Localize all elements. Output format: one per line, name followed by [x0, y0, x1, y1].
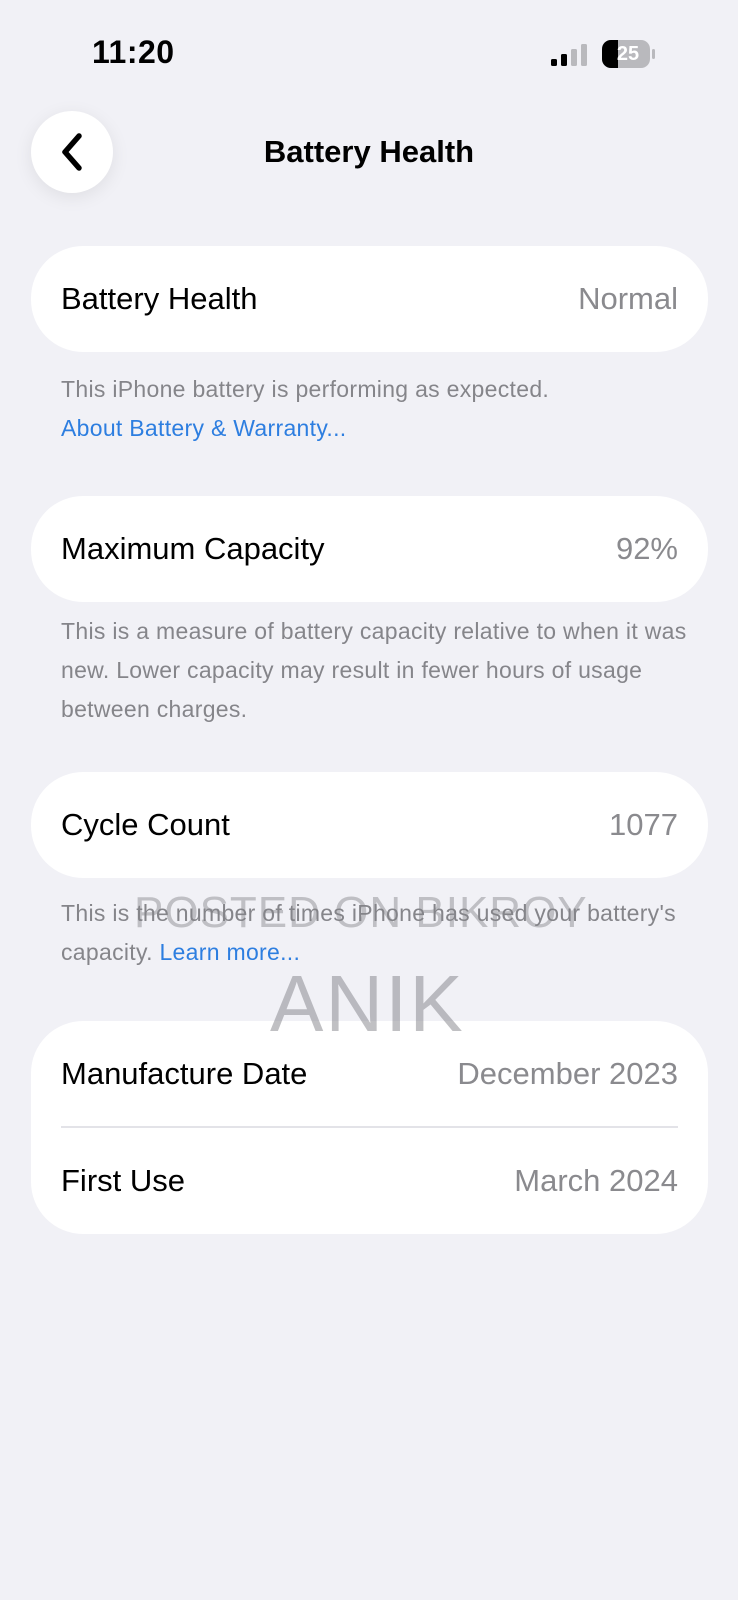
battery-health-card: Battery Health Normal	[31, 246, 708, 352]
cycle-count-row: Cycle Count 1077	[61, 772, 678, 878]
manufacture-date-row: Manufacture Date December 2023	[61, 1021, 678, 1127]
manufacture-date-value: December 2023	[457, 1056, 678, 1091]
max-capacity-value: 92%	[615, 531, 678, 566]
battery-health-label: Battery Health	[61, 281, 258, 316]
cycle-count-value: 1077	[609, 807, 678, 842]
page-title: Battery Health	[263, 134, 475, 169]
battery-health-row: Battery Health Normal	[61, 246, 678, 352]
cycle-count-label: Cycle Count	[61, 807, 230, 842]
battery-health-footnote: This iPhone battery is performing as exp…	[61, 370, 691, 448]
battery-level: 25	[616, 43, 640, 65]
status-time: 11:20	[92, 34, 175, 70]
cycle-count-card: Cycle Count 1077	[31, 772, 708, 878]
cycle-count-footnote: This is the number of times iPhone has u…	[61, 894, 691, 972]
first-use-row: First Use March 2024	[61, 1128, 678, 1234]
max-capacity-footnote: This is a measure of battery capacity re…	[61, 618, 687, 722]
status-bar: 11:20 25	[0, 0, 738, 100]
learn-more-link[interactable]: Learn more...	[159, 939, 300, 965]
battery-health-description: This iPhone battery is performing as exp…	[61, 376, 550, 402]
cycle-count-description: This is the number of times iPhone has u…	[61, 900, 676, 965]
battery-health-value: Normal	[578, 281, 678, 316]
dates-card: Manufacture Date December 2023 First Use…	[31, 1021, 708, 1234]
max-capacity-card: Maximum Capacity 92%	[31, 496, 708, 602]
max-capacity-row: Maximum Capacity 92%	[61, 496, 678, 602]
first-use-label: First Use	[61, 1163, 185, 1198]
about-battery-warranty-link[interactable]: About Battery & Warranty...	[61, 409, 691, 448]
max-capacity-label: Maximum Capacity	[61, 531, 325, 566]
first-use-value: March 2024	[514, 1163, 678, 1198]
manufacture-date-label: Manufacture Date	[61, 1056, 308, 1091]
signal-icon	[551, 44, 587, 66]
